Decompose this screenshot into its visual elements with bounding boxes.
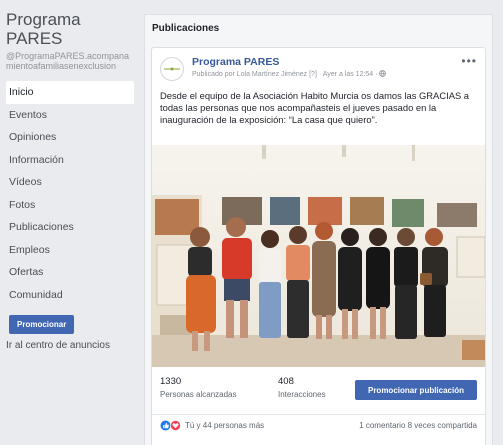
boost-post-button[interactable]: Promocionar publicación (355, 380, 477, 400)
nav-item-inicio[interactable]: Inicio (6, 81, 134, 104)
comments-shares-count[interactable]: 1 comentario 8 veces compartida (359, 421, 477, 430)
logo-icon (164, 67, 180, 71)
interactions-value: 408 (278, 376, 294, 387)
interactions-label: Interacciones (278, 390, 326, 399)
nav-item-fotos[interactable]: Fotos (6, 194, 134, 217)
reactions-summary[interactable]: Tú y 44 personas más (185, 421, 264, 430)
post-photo[interactable] (152, 145, 485, 367)
page-nav: Inicio Eventos Opiniones Información Víd… (6, 81, 134, 306)
ads-center-link[interactable]: Ir al centro de anuncios (6, 340, 140, 351)
page-name[interactable]: Programa PARES (6, 10, 140, 48)
post-text: Desde el equipo de la Asociación Habito … (160, 90, 470, 125)
post-insights: 1330 Personas alcanzadas 408 Interaccion… (152, 372, 485, 410)
nav-item-informacion[interactable]: Información (6, 149, 134, 172)
reach-value: 1330 (160, 376, 182, 387)
reaction-icons[interactable] (160, 420, 182, 431)
more-options-icon[interactable]: ••• (461, 54, 477, 68)
post-author[interactable]: Programa PARES (192, 56, 279, 68)
reach-label: Personas alcanzadas (160, 390, 237, 399)
nav-item-opiniones[interactable]: Opiniones (6, 126, 134, 149)
page-avatar[interactable] (160, 57, 184, 81)
nav-item-videos[interactable]: Vídeos (6, 171, 134, 194)
page-sidebar: Programa PARES @ProgramaPARES.acompanami… (0, 0, 140, 445)
globe-icon (379, 70, 387, 77)
nav-item-empleos[interactable]: Empleos (6, 239, 134, 262)
nav-item-ofertas[interactable]: Ofertas (6, 261, 134, 284)
nav-item-comunidad[interactable]: Comunidad (6, 284, 134, 307)
section-title: Publicaciones (152, 23, 220, 34)
nav-item-publicaciones[interactable]: Publicaciones (6, 216, 134, 239)
nav-item-eventos[interactable]: Eventos (6, 104, 134, 127)
publications-panel: Publicaciones Programa PARES Publicado p… (144, 14, 493, 445)
post-meta-text: Publicado por Lola Martínez Jiménez [?] … (192, 71, 380, 78)
post-header: Programa PARES Publicado por Lola Martín… (152, 48, 485, 88)
post-meta: Publicado por Lola Martínez Jiménez [?] … (192, 70, 387, 78)
page-handle[interactable]: @ProgramaPARES.acompanamientoafamiliasen… (6, 51, 134, 71)
reactions-bar: Tú y 44 personas más 1 comentario 8 vece… (152, 414, 485, 434)
promote-button[interactable]: Promocionar (9, 315, 75, 334)
post-card: Programa PARES Publicado por Lola Martín… (151, 47, 486, 445)
group-photo-image (152, 145, 485, 367)
